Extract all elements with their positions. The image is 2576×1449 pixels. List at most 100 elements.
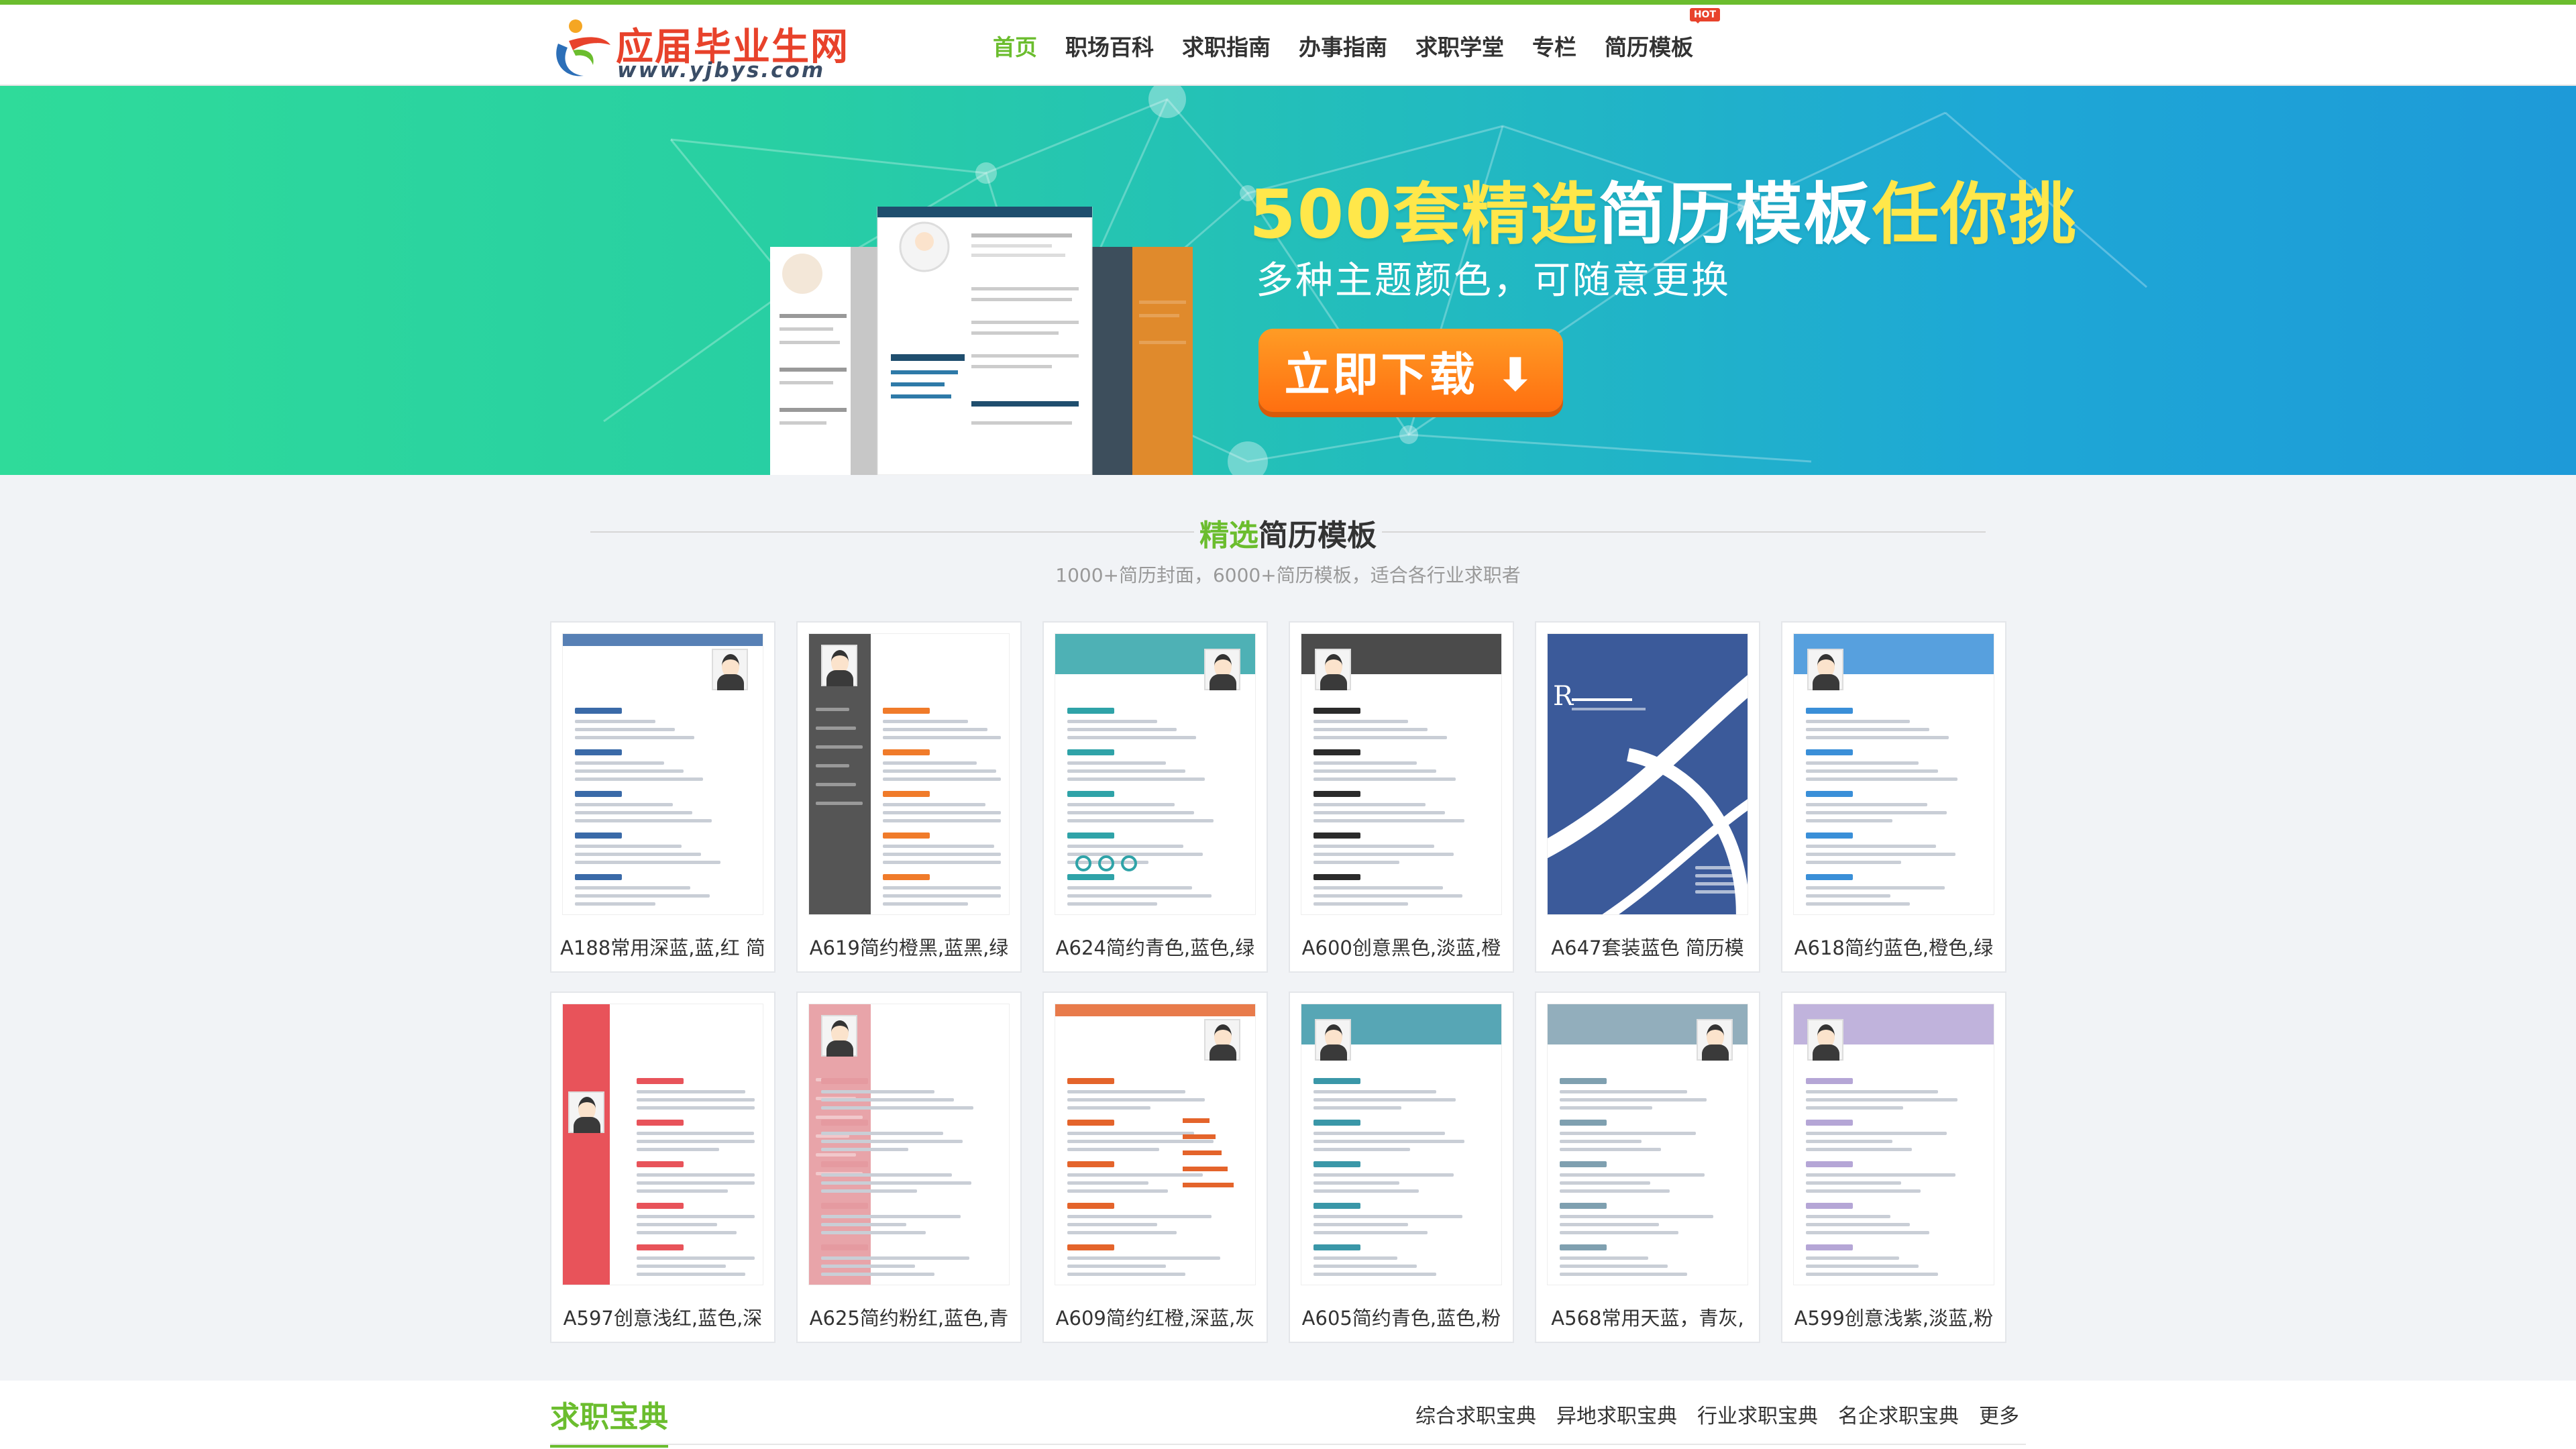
thumbnail-decoration xyxy=(1067,833,1114,839)
thumbnail-decoration xyxy=(563,1004,610,1285)
thumbnail-decoration xyxy=(1806,861,1901,864)
thumbnail-decoration xyxy=(1067,708,1114,714)
template-caption: A188常用深蓝,蓝,红 简 xyxy=(560,936,765,959)
thumbnail-decoration xyxy=(1067,1256,1220,1260)
thumbnail-decoration xyxy=(1067,819,1214,822)
template-card[interactable]: A619简约橙黑,蓝黑,绿 xyxy=(796,621,1022,973)
thumbnail-decoration xyxy=(1806,1244,1853,1250)
thumbnail-decoration xyxy=(883,708,930,714)
thumbnail-decoration xyxy=(821,1106,973,1110)
thumbnail-decoration xyxy=(1806,1132,1947,1135)
nav-home[interactable]: 首页 xyxy=(993,30,1037,62)
thumbnail-decoration xyxy=(1067,1173,1203,1177)
thumbnail-decoration xyxy=(883,749,930,755)
thumbnail-decoration xyxy=(1806,720,1910,723)
thumbnail-decoration xyxy=(1313,1090,1436,1093)
thumbnail-decoration xyxy=(1572,698,1632,701)
thumbnail-decoration xyxy=(1806,819,1892,822)
site-logo[interactable]: 应届毕业生网 www.yjbys.com xyxy=(549,11,848,83)
template-thumbnail xyxy=(1301,1004,1502,1285)
thumbnail-decoration xyxy=(1806,1120,1853,1126)
thumbnail-decoration xyxy=(1067,894,1212,898)
thumbnail-decoration xyxy=(1806,811,1947,814)
template-card[interactable]: A597创意浅红,蓝色,深 xyxy=(550,991,775,1343)
thumbnail-decoration xyxy=(1067,720,1157,723)
thumbnail-decoration xyxy=(1695,866,1735,869)
thumbnail-decoration xyxy=(563,634,763,646)
template-card[interactable]: A609简约红橙,深蓝,灰 xyxy=(1042,991,1268,1343)
thumbnail-decoration xyxy=(1806,1215,1890,1218)
thumbnail-decoration xyxy=(575,791,622,797)
template-card[interactable]: A624简约青色,蓝色,绿 xyxy=(1042,621,1268,973)
nav-column[interactable]: 专栏 xyxy=(1532,30,1576,62)
thumbnail-decoration xyxy=(1067,1265,1166,1268)
thumbnail-decoration xyxy=(1806,1078,1853,1084)
template-card[interactable]: A605简约青色,蓝色,粉 xyxy=(1289,991,1514,1343)
template-card[interactable]: A188常用深蓝,蓝,红 简 xyxy=(550,621,775,973)
template-thumbnail xyxy=(562,633,763,915)
thumbnail-decoration xyxy=(1067,761,1166,765)
thumbnail-decoration xyxy=(1067,736,1196,739)
template-card[interactable]: A625简约粉红,蓝色,青 xyxy=(796,991,1022,1343)
thumbnail-decoration xyxy=(1560,1189,1670,1193)
thumbnail-decoration xyxy=(1067,874,1114,880)
nav-resume-templates[interactable]: 简历模板 HOT xyxy=(1605,7,1720,62)
link-industry-handbook[interactable]: 行业求职宝典 xyxy=(1697,1399,1818,1429)
thumbnail-decoration xyxy=(1313,886,1443,890)
link-general-handbook[interactable]: 综合求职宝典 xyxy=(1415,1399,1536,1429)
thumbnail-decoration: R xyxy=(1553,681,1574,712)
nav-workplace-wiki[interactable]: 职场百科 xyxy=(1065,30,1154,62)
promo-banner[interactable]: 500套精选简历模板任你挑 多种主题颜色，可随意更换 立即下载 ⬇ xyxy=(0,86,2576,475)
thumbnail-decoration xyxy=(1313,845,1434,848)
template-caption: A619简约橙黑,蓝黑,绿 xyxy=(809,936,1009,959)
thumbnail-decoration xyxy=(1807,1019,1843,1061)
thumbnail-decoration xyxy=(1560,1244,1607,1250)
nav-job-guide[interactable]: 求职指南 xyxy=(1182,30,1271,62)
template-caption: A618简约蓝色,橙色,绿 xyxy=(1794,936,1994,959)
nav-job-school[interactable]: 求职学堂 xyxy=(1415,30,1504,62)
link-company-handbook[interactable]: 名企求职宝典 xyxy=(1838,1399,1959,1429)
thumbnail-decoration xyxy=(1067,1132,1194,1135)
template-card[interactable]: A568常用天蓝，青灰, xyxy=(1535,991,1760,1343)
template-card[interactable]: A600创意黑色,淡蓝,橙 xyxy=(1289,621,1514,973)
thumbnail-decoration xyxy=(883,874,930,880)
thumbnail-decoration xyxy=(821,1098,954,1102)
banner-title-part1: 500套精选 xyxy=(1249,175,1599,254)
template-card[interactable]: R A647套装蓝色 简历模 xyxy=(1535,621,1760,973)
thumbnail-decoration xyxy=(821,1223,906,1226)
thumbnail-decoration xyxy=(1067,811,1194,814)
thumbnail-decoration xyxy=(1313,803,1426,806)
link-remote-handbook[interactable]: 异地求职宝典 xyxy=(1556,1399,1677,1429)
template-thumbnail xyxy=(1055,633,1256,915)
logo-url: www.yjbys.com xyxy=(617,58,826,83)
thumbnail-decoration xyxy=(1067,1215,1212,1218)
thumbnail-decoration xyxy=(1560,1231,1678,1234)
section-title-rest: 简历模板 xyxy=(1258,519,1377,553)
thumbnail-decoration xyxy=(637,1189,728,1193)
nav-resume-templates-label: 简历模板 xyxy=(1605,34,1693,60)
thumbnail-decoration xyxy=(637,1078,684,1084)
thumbnail-decoration xyxy=(637,1098,755,1102)
thumbnail-decoration xyxy=(568,1091,604,1133)
template-caption: A599创意浅紫,淡蓝,粉 xyxy=(1794,1307,1994,1330)
thumbnail-decoration xyxy=(821,1181,971,1185)
thumbnail-decoration xyxy=(1313,874,1360,880)
thumbnail-decoration xyxy=(1067,1161,1114,1167)
thumbnail-decoration xyxy=(1548,675,1748,914)
template-card[interactable]: A599创意浅紫,淡蓝,粉 xyxy=(1781,991,2006,1343)
thumbnail-decoration xyxy=(1067,1098,1205,1102)
thumbnail-decoration xyxy=(816,1153,856,1157)
download-button[interactable]: 立即下载 ⬇ xyxy=(1258,329,1563,412)
template-card[interactable]: A618简约蓝色,橙色,绿 xyxy=(1781,621,2006,973)
thumbnail-decoration xyxy=(1313,819,1464,822)
thumbnail-decoration xyxy=(1313,861,1399,864)
link-more[interactable]: 更多 xyxy=(1979,1399,2019,1429)
thumbnail-decoration xyxy=(1806,845,1936,848)
thumbnail-decoration xyxy=(1806,777,1957,781)
thumbnail-decoration xyxy=(1183,1150,1222,1155)
thumbnail-decoration xyxy=(1560,1215,1713,1218)
thumbnail-decoration xyxy=(1806,874,1853,880)
nav-affairs-guide[interactable]: 办事指南 xyxy=(1299,30,1387,62)
thumbnail-decoration xyxy=(575,819,712,822)
thumbnail-decoration xyxy=(1806,708,1853,714)
